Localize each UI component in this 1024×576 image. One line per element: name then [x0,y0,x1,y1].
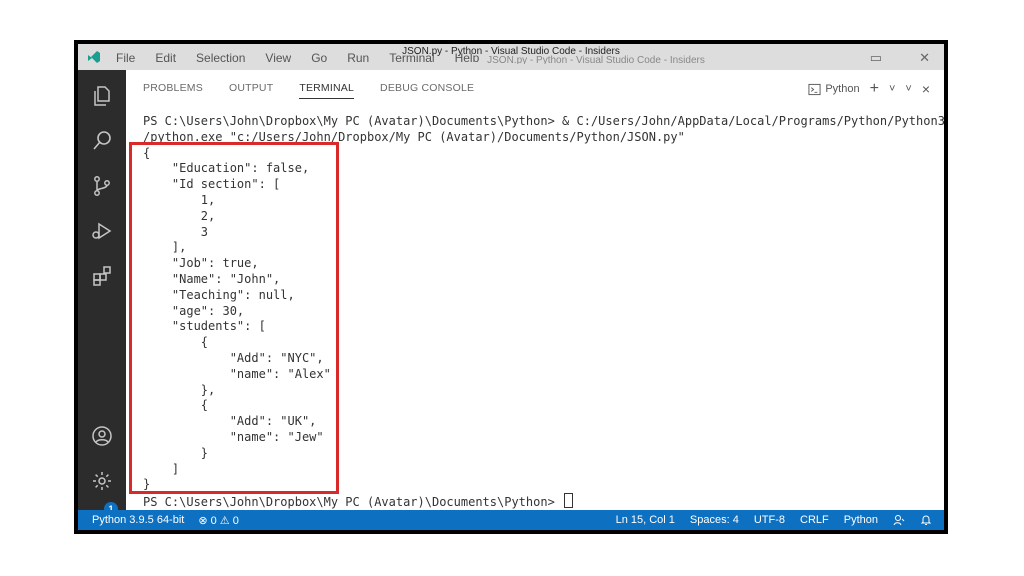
new-terminal-button[interactable]: + [870,80,879,98]
close-window-icon[interactable]: ✕ [919,50,930,66]
window-title-ghost: JSON.py - Python - Visual Studio Code - … [487,55,705,64]
explorer-icon[interactable] [86,80,118,112]
tab-debug-console[interactable]: DEBUG CONSOLE [380,82,474,99]
tab-terminal[interactable]: TERMINAL [299,82,355,99]
tab-output[interactable]: OUTPUT [229,82,273,99]
eol-status[interactable]: CRLF [800,514,829,526]
indentation-status[interactable]: Spaces: 4 [690,514,739,526]
close-panel-icon[interactable]: × [922,81,930,97]
terminal-name: Python [825,83,860,95]
terminal-prompt: PS C:\Users\John\Dropbox\My PC (Avatar)\… [143,495,563,510]
run-debug-icon[interactable] [86,215,118,247]
source-control-icon[interactable] [86,170,118,202]
account-icon[interactable] [86,420,118,452]
search-icon[interactable] [86,125,118,157]
panel-tabs: PROBLEMS OUTPUT TERMINAL DEBUG CONSOLE [143,82,474,99]
terminal-cursor [564,493,574,509]
terminal-dropdown-icon[interactable]: ˅ [889,83,895,95]
extensions-icon[interactable] [86,260,118,292]
terminal-selector[interactable]: Python [808,83,860,96]
collapse-panel-icon[interactable]: ˅ [905,83,911,95]
title-bar: File Edit Selection View Go Run Terminal… [78,44,944,70]
restore-icon[interactable]: ▭ [870,50,882,66]
activity-bar [78,70,126,510]
feedback-icon[interactable] [893,514,905,526]
problems-status[interactable]: ⊗ 0 ⚠ 0 [198,514,238,527]
terminal-icon [808,83,821,95]
panel-actions: Python + ˅ ˅ × [808,80,930,98]
python-interpreter-status[interactable]: Python 3.9.5 64-bit [92,514,184,527]
cursor-position-status[interactable]: Ln 15, Col 1 [616,514,675,526]
json-output-highlight-box [129,142,339,494]
encoding-status[interactable]: UTF-8 [754,514,785,526]
language-mode-status[interactable]: Python [844,514,878,526]
status-bar: Python 3.9.5 64-bit ⊗ 0 ⚠ 0 Ln 15, Col 1… [78,510,944,530]
tab-problems[interactable]: PROBLEMS [143,82,203,99]
terminal-line: PS C:\Users\John\Dropbox\My PC (Avatar)\… [143,114,944,128]
notifications-bell-icon[interactable] [920,514,932,526]
settings-icon[interactable] [86,465,118,497]
